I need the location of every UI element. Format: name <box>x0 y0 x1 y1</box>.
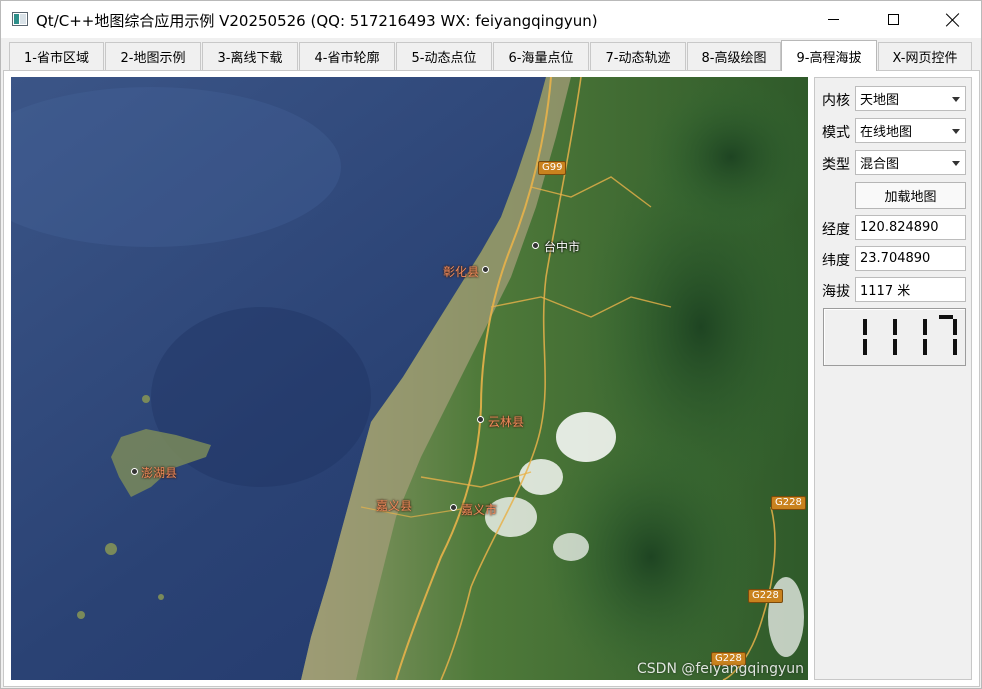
tab-province-outline[interactable]: 4-省市轮廓 <box>299 42 395 70</box>
maximize-icon <box>887 14 899 25</box>
longitude-input[interactable]: 120.824890 <box>855 215 966 240</box>
tab-dynamic-track[interactable]: 7-动态轨迹 <box>590 42 686 70</box>
control-panel: 内核 天地图 模式 在线地图 类型 混合图 加载地图 经度 120.824890… <box>814 77 972 680</box>
tab-province-region[interactable]: 1-省市区域 <box>9 42 104 70</box>
lcd-segment <box>863 319 867 335</box>
map-marker[interactable] <box>532 242 539 249</box>
lcd-segment <box>953 339 957 355</box>
tab-bar: 1-省市区域 2-地图示例 3-离线下载 4-省市轮廓 5-动态点位 6-海量点… <box>1 40 981 71</box>
latitude-label: 纬度 <box>822 253 850 269</box>
tab-dynamic-points[interactable]: 5-动态点位 <box>396 42 492 70</box>
tab-elevation[interactable]: 9-高程海拔 <box>781 40 877 71</box>
window-title: Qt/C++地图综合应用示例 V20250526 (QQ: 517216493 … <box>36 12 598 30</box>
chevron-down-icon <box>952 161 960 166</box>
type-label: 类型 <box>822 157 850 173</box>
watermark: CSDN @feiyangqingyun <box>637 661 804 677</box>
chevron-down-icon <box>952 97 960 102</box>
map-marker[interactable] <box>482 266 489 273</box>
chevron-down-icon <box>952 129 960 134</box>
lcd-segment <box>923 339 927 355</box>
road-shield-g228: G228 <box>748 589 783 603</box>
mode-select-value: 在线地图 <box>860 125 913 140</box>
load-map-button[interactable]: 加载地图 <box>855 182 966 209</box>
road-shield-g99: G99 <box>538 161 567 175</box>
altitude-label: 海拔 <box>822 284 850 300</box>
satellite-map[interactable]: G99 G228 G228 G228 台中市 彰化县 云林县 澎湖县 嘉义县 嘉… <box>11 77 808 680</box>
tab-offline-download[interactable]: 3-离线下载 <box>202 42 298 70</box>
minimize-icon <box>827 19 839 20</box>
kernel-select[interactable]: 天地图 <box>855 86 966 111</box>
map-imagery <box>11 77 808 680</box>
lcd-segment <box>939 315 953 319</box>
close-icon <box>946 13 960 27</box>
app-icon <box>12 12 28 26</box>
tab-advanced-drawing[interactable]: 8-高级绘图 <box>687 42 781 70</box>
longitude-label: 经度 <box>822 222 850 238</box>
type-select[interactable]: 混合图 <box>855 150 966 175</box>
kernel-select-value: 天地图 <box>860 93 900 108</box>
tab-map-demo[interactable]: 2-地图示例 <box>105 42 201 70</box>
lcd-segment <box>893 339 897 355</box>
map-marker[interactable] <box>131 468 138 475</box>
altitude-input[interactable]: 1117 米 <box>855 277 966 302</box>
type-select-value: 混合图 <box>860 157 900 172</box>
kernel-label: 内核 <box>822 93 850 109</box>
map-label-chiayi-county: 嘉义县 <box>376 499 413 513</box>
map-marker[interactable] <box>477 416 484 423</box>
minimize-button[interactable] <box>810 1 856 38</box>
mode-select[interactable]: 在线地图 <box>855 118 966 143</box>
map-label-taichung: 台中市 <box>544 240 581 254</box>
map-marker[interactable] <box>450 504 457 511</box>
map-label-changhua: 彰化县 <box>443 265 480 279</box>
road-shield-g228: G228 <box>771 496 806 510</box>
map-label-penghu: 澎湖县 <box>141 466 178 480</box>
app-window: Qt/C++地图综合应用示例 V20250526 (QQ: 517216493 … <box>0 0 982 689</box>
lcd-segment <box>893 319 897 335</box>
close-button[interactable] <box>930 1 976 38</box>
map-label-chiayi-city: 嘉义市 <box>461 503 498 517</box>
altitude-lcd-display <box>823 308 966 366</box>
lcd-segment <box>863 339 867 355</box>
maximize-button[interactable] <box>870 1 916 38</box>
title-bar: Qt/C++地图综合应用示例 V20250526 (QQ: 517216493 … <box>1 1 981 38</box>
latitude-input[interactable]: 23.704890 <box>855 246 966 271</box>
map-label-yunlin: 云林县 <box>488 415 525 429</box>
lcd-segment <box>923 319 927 335</box>
lcd-digits <box>863 315 957 355</box>
tab-massive-points[interactable]: 6-海量点位 <box>493 42 589 70</box>
lcd-segment <box>953 319 957 335</box>
tab-web-control[interactable]: X-网页控件 <box>878 42 972 70</box>
mode-label: 模式 <box>822 125 850 141</box>
